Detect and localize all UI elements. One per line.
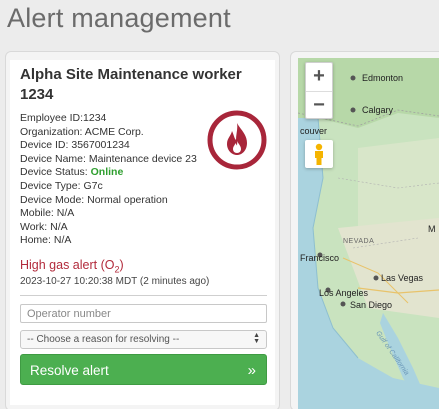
detail-employee-id: Employee ID:1234 (20, 112, 107, 124)
zoom-out-button[interactable]: − (306, 91, 332, 118)
detail-device-id: Device ID: 3567001234 (20, 139, 130, 152)
detail-device-status: Device Status: Online (20, 166, 124, 179)
reason-select[interactable]: -- Choose a reason for resolving -- ▲ ▼ (20, 330, 267, 349)
reason-select-value: -- Choose a reason for resolving -- (27, 334, 180, 345)
flame-icon (207, 110, 267, 170)
alert-type: High gas alert (O2) (20, 258, 124, 275)
double-chevron-right-icon: » (247, 362, 256, 379)
map-label-m: M (428, 224, 436, 234)
page-title: Alert management (7, 3, 231, 33)
divider (20, 295, 267, 296)
detail-device-mode: Device Mode: Normal operation (20, 193, 168, 206)
map-label-san-diego: San Diego (350, 300, 393, 310)
detail-home: Home: N/A (20, 234, 72, 247)
zoom-in-button[interactable]: + (306, 63, 332, 90)
map-label-las-vegas: Las Vegas (381, 273, 424, 283)
map-label-los-angeles: Los Angeles (319, 288, 369, 298)
zoom-control: + − (305, 62, 333, 119)
detail-device-name: Device Name: Maintenance device 23 (20, 152, 197, 165)
map-label-nevada: NEVADA (343, 238, 375, 245)
worker-details: Employee ID:1234 Organization: ACME Corp… (20, 112, 220, 248)
resolve-alert-button[interactable]: Resolve alert » (20, 354, 267, 385)
map-label-francisco: Francisco (300, 253, 340, 263)
select-arrows-icon: ▲ ▼ (253, 332, 260, 345)
street-view-pegman-icon[interactable] (305, 140, 333, 168)
operator-number-input[interactable] (20, 304, 267, 323)
resolve-alert-label: Resolve alert (30, 363, 109, 378)
map-label-vancouver: couver (300, 126, 328, 136)
detail-work: Work: N/A (20, 220, 68, 233)
map-label-edmonton: Edmonton (362, 73, 404, 83)
worker-title: Alpha Site Maintenance worker 1234 (20, 66, 242, 103)
detail-organization: Organization: ACME Corp. (20, 125, 144, 138)
status-badge: Online (90, 166, 124, 179)
alert-timestamp: 2023-10-27 10:20:38 MDT (2 minutes ago) (20, 276, 210, 287)
detail-mobile: Mobile: N/A (20, 207, 75, 220)
map-label-calgary: Calgary (362, 105, 394, 115)
detail-device-type: Device Type: G7c (20, 179, 103, 192)
